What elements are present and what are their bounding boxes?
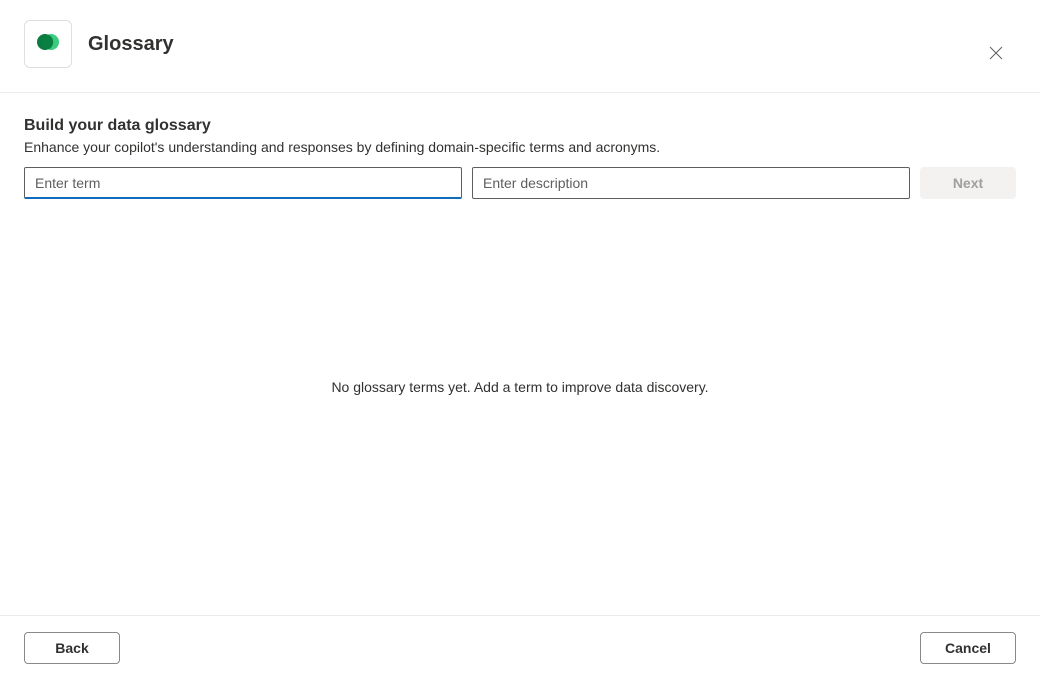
- cancel-button[interactable]: Cancel: [920, 632, 1016, 664]
- input-row: Next: [24, 167, 1016, 199]
- dialog-header: Glossary: [0, 0, 1040, 93]
- page-title: Glossary: [88, 33, 174, 56]
- section-subheading: Enhance your copilot's understanding and…: [24, 139, 1016, 155]
- close-button[interactable]: [980, 38, 1012, 70]
- section-heading: Build your data glossary: [24, 117, 1016, 135]
- next-button[interactable]: Next: [920, 167, 1016, 199]
- dialog-footer: Back Cancel: [0, 615, 1040, 680]
- empty-state: No glossary terms yet. Add a term to imp…: [24, 199, 1016, 615]
- dataverse-icon: [34, 28, 62, 61]
- close-icon: [988, 45, 1004, 64]
- back-button[interactable]: Back: [24, 632, 120, 664]
- description-input[interactable]: [472, 167, 910, 199]
- empty-state-message: No glossary terms yet. Add a term to imp…: [331, 379, 708, 395]
- dialog-body: Build your data glossary Enhance your co…: [0, 93, 1040, 615]
- term-input[interactable]: [24, 167, 462, 199]
- glossary-dialog: Glossary Build your data glossary Enhanc…: [0, 0, 1040, 680]
- app-icon-container: [24, 20, 72, 68]
